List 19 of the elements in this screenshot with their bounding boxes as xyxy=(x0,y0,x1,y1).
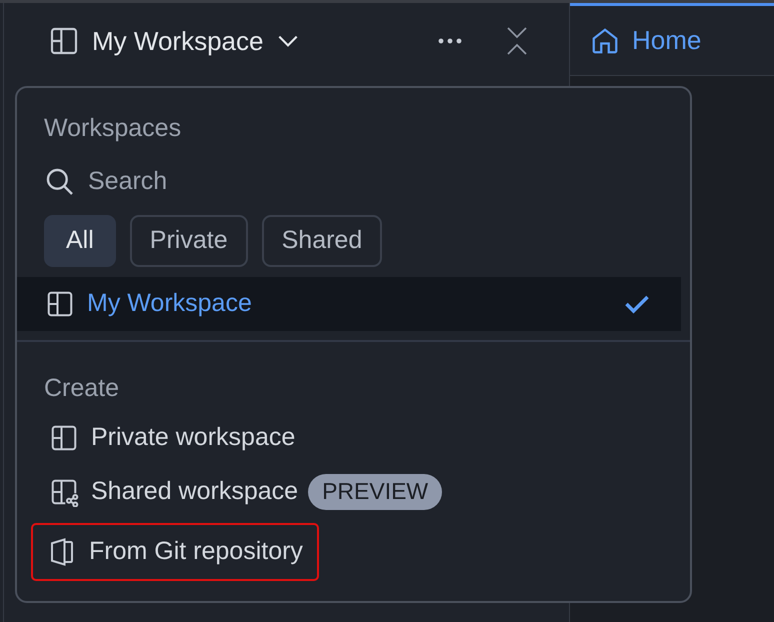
filter-chip[interactable]: All xyxy=(44,214,116,266)
filter-chip[interactable]: Shared xyxy=(262,214,382,266)
create-item[interactable]: Private workspace xyxy=(31,414,312,460)
collapse-icon xyxy=(505,26,529,56)
filter-chip[interactable]: Private xyxy=(130,214,248,266)
preview-badge: PREVIEW xyxy=(308,474,442,510)
search-field[interactable]: Search xyxy=(88,163,388,200)
create-item[interactable]: Shared workspace PREVIEW xyxy=(31,468,458,514)
home-tab[interactable]: Home xyxy=(570,3,774,75)
create-item[interactable]: From Git repository xyxy=(31,522,319,580)
layout-icon xyxy=(48,25,80,57)
workspace-switcher[interactable]: My Workspace xyxy=(92,22,302,60)
section-heading: Create xyxy=(44,376,120,400)
more-icon xyxy=(437,37,463,45)
home-icon xyxy=(590,26,620,56)
more-button[interactable] xyxy=(437,37,463,45)
collapse-button[interactable] xyxy=(505,26,529,56)
section-heading: Workspaces xyxy=(44,116,182,141)
workspace-item[interactable]: My Workspace xyxy=(17,276,681,330)
